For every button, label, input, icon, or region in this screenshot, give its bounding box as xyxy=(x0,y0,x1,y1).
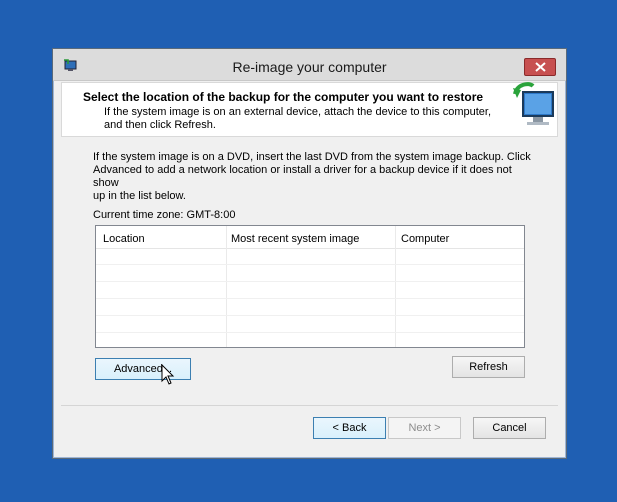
intro-line: Advanced to add a network location or in… xyxy=(93,164,512,189)
timezone-label: Current time zone: GMT-8:00 xyxy=(93,209,236,221)
reimage-dialog: Re-image your computer Select the locati… xyxy=(52,48,567,459)
list-row-line xyxy=(96,281,524,282)
close-button[interactable] xyxy=(524,58,556,76)
column-header-location[interactable]: Location xyxy=(103,233,145,245)
header-description: If the system image is on an external de… xyxy=(104,106,504,132)
mouse-pointer-icon xyxy=(161,363,175,389)
window-title: Re-image your computer xyxy=(232,59,387,75)
next-button[interactable]: Next > xyxy=(388,417,461,439)
advanced-button[interactable]: Advanced... xyxy=(95,358,191,380)
header-panel: Select the location of the backup for th… xyxy=(61,82,558,137)
list-row-line xyxy=(96,332,524,333)
list-header: Location Most recent system image Comput… xyxy=(96,226,524,249)
column-header-computer[interactable]: Computer xyxy=(401,233,449,245)
back-button[interactable]: < Back xyxy=(313,417,386,439)
intro-line: If the system image is on a DVD, insert … xyxy=(93,151,531,163)
column-divider xyxy=(395,226,396,347)
list-row-line xyxy=(96,264,524,265)
refresh-button[interactable]: Refresh xyxy=(452,356,525,378)
header-title: Select the location of the backup for th… xyxy=(83,90,484,104)
intro-text: If the system image is on a DVD, insert … xyxy=(93,151,533,203)
header-description-line: If the system image is on an external de… xyxy=(104,106,492,118)
title-bar[interactable]: Re-image your computer xyxy=(53,49,566,81)
cancel-button[interactable]: Cancel xyxy=(473,417,546,439)
footer-divider xyxy=(61,405,558,406)
column-divider xyxy=(226,226,227,347)
restore-monitor-icon xyxy=(509,80,559,132)
header-description-line: and then click Refresh. xyxy=(104,119,216,131)
list-row-line xyxy=(96,315,524,316)
intro-line: up in the list below. xyxy=(93,190,186,202)
close-icon xyxy=(535,62,546,72)
list-row-line xyxy=(96,298,524,299)
column-header-recent-image[interactable]: Most recent system image xyxy=(231,233,359,245)
backup-location-list[interactable]: Location Most recent system image Comput… xyxy=(95,225,525,348)
